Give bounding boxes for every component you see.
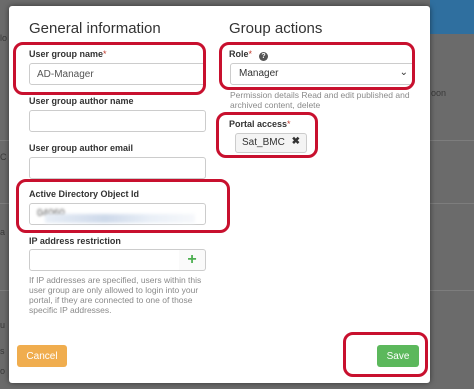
highlight-save-button: [343, 332, 428, 377]
author-email-label: User group author email: [29, 143, 134, 153]
background-fragment: a: [0, 227, 6, 237]
background-fragment: C: [0, 152, 7, 162]
role-permission-details: Permission details Read and edit publish…: [230, 90, 410, 110]
background-fragment: s: [0, 346, 5, 356]
highlight-ad-object-id: [16, 179, 230, 233]
background-divider: [430, 140, 474, 141]
highlight-portal-access: [216, 112, 318, 158]
ip-restriction-label: IP address restriction: [29, 236, 121, 246]
background-divider: [430, 290, 474, 291]
plus-icon: +: [187, 251, 197, 268]
background-divider: [0, 290, 9, 291]
highlight-user-group-name: [13, 42, 206, 95]
group-actions-title: Group actions: [229, 20, 323, 37]
author-name-input[interactable]: [29, 110, 206, 132]
background-fragment: lo: [0, 33, 8, 43]
highlight-role: [219, 42, 415, 90]
general-information-title: General information: [29, 20, 161, 37]
cancel-button[interactable]: Cancel: [17, 345, 67, 367]
ip-restriction-help: If IP addresses are specified, users wit…: [29, 275, 202, 315]
background-divider: [430, 203, 474, 204]
background-divider: [0, 140, 9, 141]
background-fragment: o: [0, 366, 6, 376]
add-ip-button[interactable]: +: [179, 249, 206, 271]
background-text: oon: [431, 88, 447, 98]
background-fragment: u: [0, 320, 6, 330]
ip-address-input[interactable]: [29, 249, 180, 271]
background-topbar: [430, 0, 474, 34]
author-name-label: User group author name: [29, 96, 134, 106]
background-divider: [0, 203, 9, 204]
author-email-input[interactable]: [29, 157, 206, 179]
